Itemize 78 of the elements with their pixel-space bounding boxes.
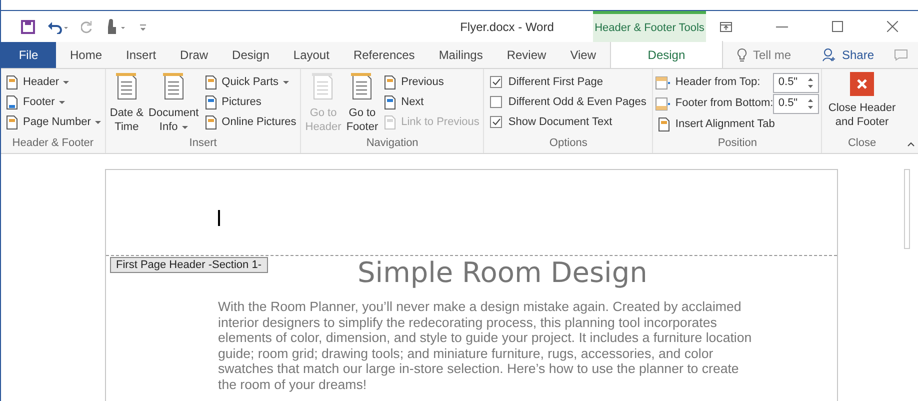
ribbon-button[interactable]: Header: [3, 72, 103, 92]
document-icon: [204, 114, 218, 130]
ribbon-button[interactable]: Date & Time: [108, 72, 146, 134]
spin-arrows-icon: [807, 98, 814, 110]
ribbon-tab[interactable]: Review: [496, 42, 556, 68]
ribbon-tab[interactable]: View: [560, 42, 606, 68]
tell-me-field[interactable]: Tell me: [736, 46, 791, 64]
close-icon: [850, 72, 874, 96]
caret-icon: [58, 100, 65, 104]
header-section-tag: First Page Header -Section 1-: [110, 257, 268, 273]
document-icon: [657, 116, 672, 132]
checkbox[interactable]: [490, 76, 502, 88]
caret-icon: [94, 120, 101, 124]
ribbon-button[interactable]: Go to Footer: [344, 72, 380, 134]
caret-icon: [282, 80, 289, 84]
margin-icon: [655, 96, 672, 110]
document-icon: [383, 94, 398, 110]
spin-arrows-icon: [807, 76, 814, 88]
share-button[interactable]: Share: [822, 46, 874, 64]
body-paragraph: With the Room Planner, you’ll never make a design mistake again. Created by acclaimed interior designers to simplify the redecorating process, this planning tool incorporates elements of color, dimension, and style to guide your project. It includes a furniture location guide; room grid; drawing tools; and miniature furniture, rugs, accessories, and color swatches that match our large in-store selection. Here’s how to use the planner to create the room of your dreams!: [218, 299, 753, 392]
collapse-ribbon-icon[interactable]: [907, 141, 915, 147]
ribbon-button[interactable]: Next: [381, 92, 482, 112]
group-label: Insert: [188, 136, 218, 151]
document-icon: [5, 74, 19, 90]
ribbon-tab[interactable]: Home: [60, 42, 112, 68]
ribbon-tab[interactable]: References: [343, 42, 425, 68]
document-icon: [204, 74, 218, 90]
file-tab[interactable]: File: [1, 42, 56, 68]
ribbon-display-icon[interactable]: [720, 22, 732, 32]
ribbon-tab[interactable]: Mailings: [428, 42, 493, 68]
document-icon: [383, 74, 398, 90]
person-icon: [822, 48, 836, 62]
caret-icon: [182, 126, 188, 128]
ribbon-tab[interactable]: Insert: [116, 42, 166, 68]
group-label: Navigation: [365, 136, 420, 151]
checkbox-option[interactable]: Different Odd & Even Pages: [486, 92, 650, 112]
checkbox-option[interactable]: Show Document Text: [486, 112, 650, 132]
checkmark-icon: [492, 118, 501, 126]
window-title: Flyer.docx - Word: [459, 18, 555, 36]
ribbon-tab[interactable]: Design: [222, 42, 280, 68]
ribbon-button[interactable]: Page Number: [3, 112, 103, 132]
ribbon-tab[interactable]: Layout: [283, 42, 340, 68]
checkbox[interactable]: [490, 96, 502, 108]
ribbon-tab[interactable]: Draw: [170, 42, 218, 68]
spinner-label: Header from Top:: [675, 75, 762, 90]
checkbox-option[interactable]: Different First Page: [486, 72, 650, 92]
ribbon-button[interactable]: Footer: [3, 92, 103, 112]
lightbulb-icon: [736, 48, 747, 62]
group-label: Options: [548, 136, 588, 151]
caret-icon: [63, 80, 70, 84]
group-label: Close: [846, 136, 878, 151]
ribbon-button[interactable]: Insert Alignment Tab: [655, 114, 820, 134]
ribbon-tab[interactable]: Design: [610, 41, 723, 68]
ribbon-button[interactable]: Pictures: [202, 92, 298, 112]
document-icon: [383, 114, 398, 130]
document-icon: [5, 114, 19, 130]
document-icon: [5, 94, 19, 110]
save-icon[interactable]: [21, 20, 35, 34]
document-title: Simple Room Design: [358, 256, 648, 290]
number-spinner[interactable]: 0.5": [773, 94, 820, 114]
margin-icon: [655, 76, 672, 90]
ribbon-button[interactable]: Online Pictures: [202, 112, 298, 132]
close-icon[interactable]: [887, 21, 898, 32]
contextual-tab-group: Header & Footer Tools: [593, 11, 706, 42]
group-label: Header & Footer: [11, 136, 95, 151]
ribbon-button[interactable]: Previous: [381, 72, 482, 92]
ribbon-button[interactable]: Quick Parts: [202, 72, 298, 92]
undo-icon[interactable]: [47, 20, 69, 34]
checkmark-icon: [492, 78, 501, 86]
text-cursor: [218, 210, 220, 226]
document-icon: [204, 94, 218, 110]
close-header-button[interactable]: Close Header and Footer: [824, 72, 900, 129]
ribbon-button[interactable]: Document Info: [146, 72, 201, 134]
checkbox[interactable]: [490, 116, 502, 128]
number-spinner[interactable]: 0.5": [773, 72, 820, 92]
maximize-icon[interactable]: [832, 21, 843, 32]
minimize-icon[interactable]: [776, 26, 788, 28]
group-label: Position: [716, 136, 758, 151]
